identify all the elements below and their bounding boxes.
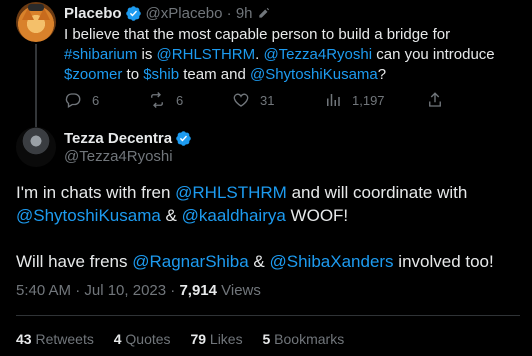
- parent-action-bar: 6 6 31 1,197: [64, 90, 524, 110]
- text-segment: to: [122, 66, 144, 83]
- mention-link[interactable]: @ShytoshiKusama: [16, 206, 161, 225]
- retweet-button[interactable]: 6: [148, 90, 183, 110]
- text-segment: WOOF!: [285, 206, 349, 225]
- text-segment: is: [137, 46, 157, 63]
- mention-link[interactable]: @ShytoshiKusama: [250, 66, 378, 83]
- views-button[interactable]: 1,197: [324, 90, 385, 110]
- text-segment: &: [160, 206, 182, 225]
- likes-stat[interactable]: 79 Likes: [190, 331, 242, 347]
- quotes-count: 4: [113, 331, 122, 347]
- dot-separator: ·: [222, 4, 236, 22]
- parent-avatar[interactable]: [16, 2, 56, 42]
- parent-time[interactable]: 9h: [236, 5, 253, 22]
- likes-count: 79: [190, 331, 207, 347]
- mention-link[interactable]: $shib: [143, 66, 179, 83]
- parent-header: Placebo @xPlacebo · 9h: [64, 4, 271, 22]
- verified-badge-icon: [176, 130, 191, 146]
- retweet-icon: [151, 92, 163, 108]
- tweet-paragraph-2: Will have frens @RagnarShiba & @ShibaXan…: [16, 250, 520, 273]
- parent-handle[interactable]: @xPlacebo: [146, 5, 223, 22]
- retweet-count: 6: [176, 92, 184, 108]
- parent-tweet[interactable]: Placebo @xPlacebo · 9h I believe that th…: [0, 0, 532, 130]
- text-segment: team and: [179, 66, 250, 83]
- text-segment: I believe that the most capable person t…: [64, 26, 451, 43]
- mention-link[interactable]: @RHLSTHRM: [157, 46, 256, 63]
- edited-pencil-icon[interactable]: [257, 6, 271, 20]
- text-segment: &: [248, 252, 270, 271]
- views-count: 1,197: [352, 92, 385, 108]
- quotes-label: Quotes: [125, 331, 171, 347]
- mention-link[interactable]: #shibarium: [64, 46, 137, 63]
- views-chart-icon: [327, 94, 340, 106]
- heart-icon: [233, 93, 249, 107]
- engagement-stats: 43 Retweets 4 Quotes 79 Likes 5 Bookmark…: [16, 331, 360, 347]
- mention-link[interactable]: @ShibaXanders: [270, 252, 394, 271]
- bookmarks-count: 5: [262, 331, 271, 347]
- thread-connector: [35, 44, 37, 130]
- reply-count: 6: [92, 92, 100, 108]
- mention-link[interactable]: @RHLSTHRM: [175, 183, 287, 202]
- mention-link[interactable]: $zoomer: [64, 66, 122, 83]
- tweet-timestamp[interactable]: 5:40 AM · Jul 10, 2023 ·: [16, 282, 179, 299]
- author-handle[interactable]: @Tezza4Ryoshi: [64, 148, 173, 165]
- mention-link[interactable]: @kaaldhairya: [182, 206, 286, 225]
- retweets-stat[interactable]: 43 Retweets: [16, 331, 94, 347]
- retweets-count: 43: [16, 331, 32, 347]
- verified-badge-icon: [125, 5, 141, 21]
- author-avatar[interactable]: [16, 127, 56, 167]
- text-segment: I'm in chats with fren: [16, 183, 176, 202]
- divider: [16, 315, 520, 316]
- quotes-stat[interactable]: 4 Quotes: [114, 331, 171, 347]
- parent-author-name[interactable]: Placebo: [64, 5, 122, 22]
- likes-label: Likes: [209, 331, 243, 347]
- author-name[interactable]: Tezza Decentra: [64, 130, 172, 147]
- mention-link[interactable]: @RagnarShiba: [132, 252, 249, 271]
- retweets-label: Retweets: [35, 331, 94, 347]
- like-count: 31: [260, 92, 275, 108]
- text-segment: ?: [377, 66, 387, 83]
- tweet-view-count: 7,914: [179, 282, 217, 299]
- text-segment: involved too!: [393, 252, 494, 271]
- tweet-text: I'm in chats with fren @RHLSTHRM and wil…: [16, 181, 520, 273]
- tweet-views-label: Views: [216, 282, 261, 299]
- text-segment: and will coordinate with: [286, 183, 468, 202]
- bookmarks-stat[interactable]: 5 Bookmarks: [262, 331, 344, 347]
- text-segment: Will have frens: [16, 252, 133, 271]
- tweet-meta: 5:40 AM · Jul 10, 2023 · 7,914 Views: [16, 282, 261, 299]
- share-button[interactable]: [426, 90, 454, 110]
- like-button[interactable]: 31: [232, 90, 274, 110]
- parent-tweet-text: I believe that the most capable person t…: [64, 25, 524, 85]
- reply-button[interactable]: 6: [64, 90, 99, 110]
- tweet-paragraph-1: I'm in chats with fren @RHLSTHRM and wil…: [16, 181, 520, 227]
- author-name-row: Tezza Decentra: [64, 129, 196, 147]
- mention-link[interactable]: @Tezza4Ryoshi: [263, 46, 372, 63]
- text-segment: can you introduce: [372, 46, 495, 63]
- bookmarks-label: Bookmarks: [274, 331, 345, 347]
- share-icon: [429, 92, 441, 107]
- reply-icon: [65, 93, 81, 108]
